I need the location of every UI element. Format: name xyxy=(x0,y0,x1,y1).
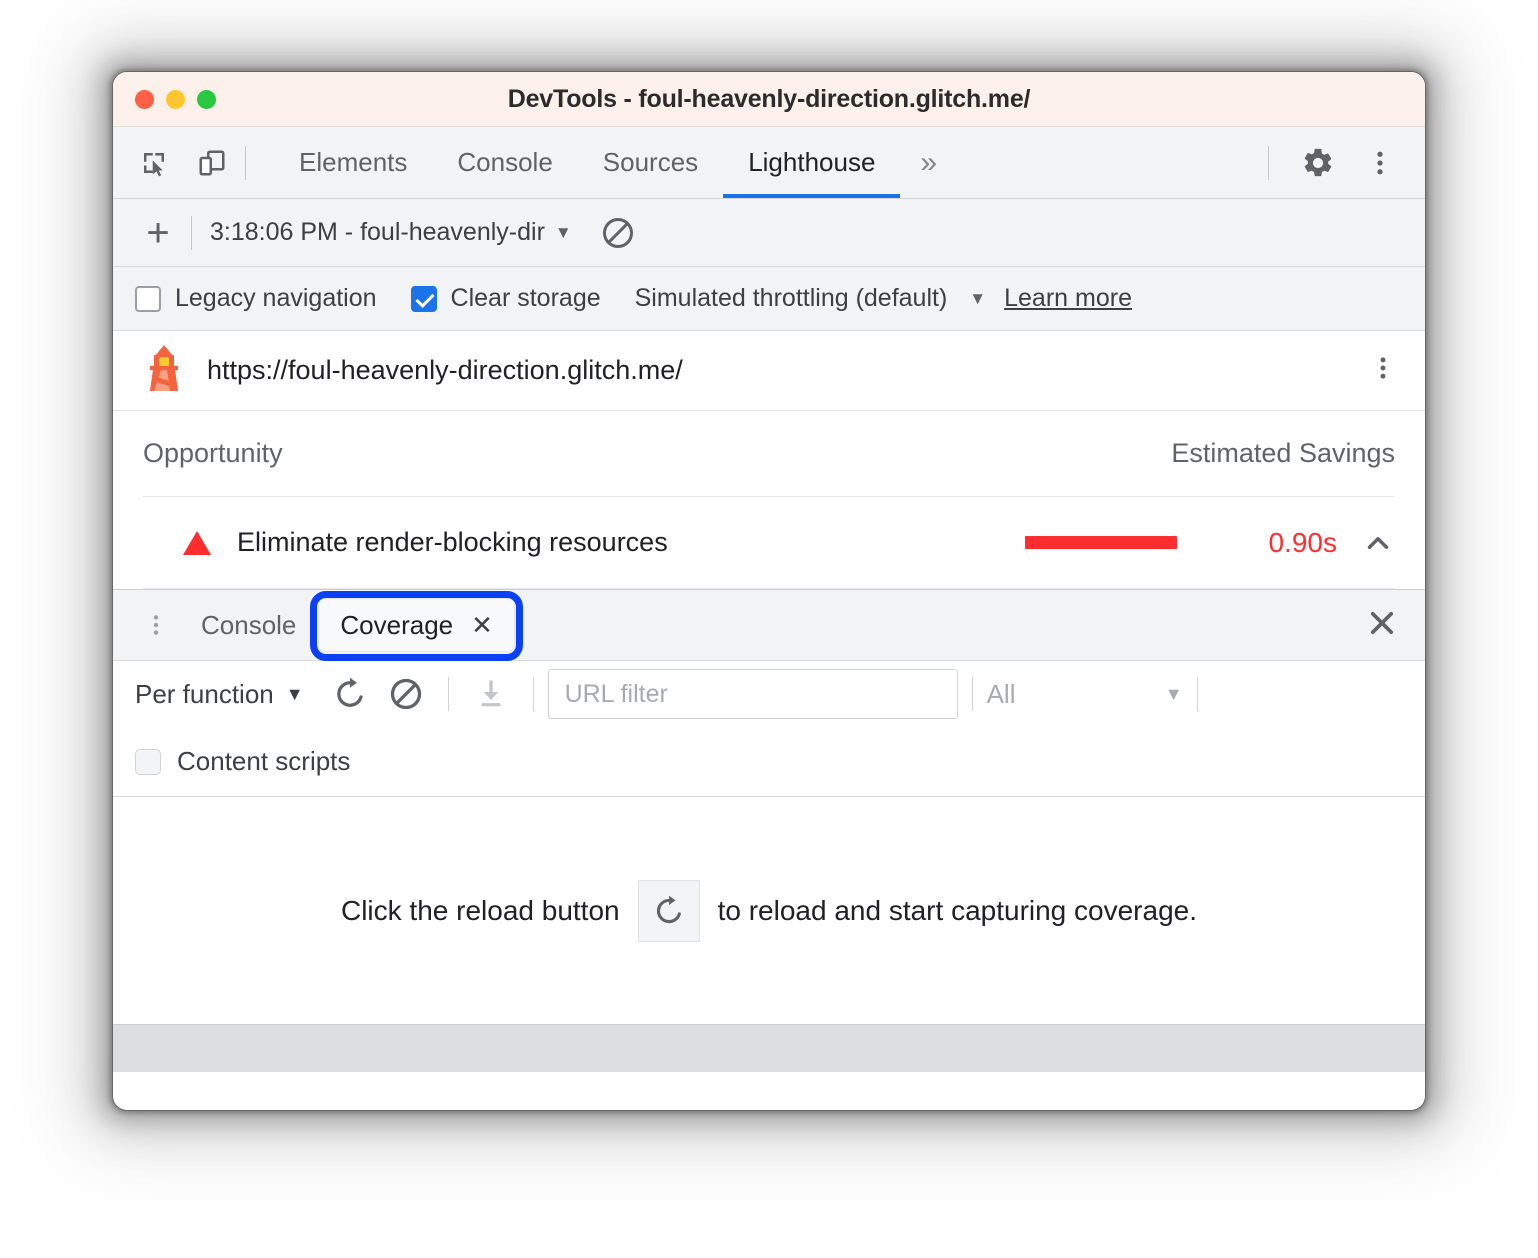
lighthouse-options-bar: Legacy navigation Clear storage Simulate… xyxy=(113,267,1425,331)
window-footer xyxy=(113,1024,1425,1072)
reload-icon[interactable] xyxy=(322,676,378,712)
close-window-button[interactable] xyxy=(135,89,154,109)
more-tabs-glyph: » xyxy=(920,145,938,179)
report-url: https://foul-heavenly-direction.glitch.m… xyxy=(207,355,683,385)
reload-icon[interactable] xyxy=(637,879,700,942)
settings-gear-icon[interactable] xyxy=(1295,140,1341,186)
coverage-type-dropdown[interactable]: All ▼ xyxy=(987,679,1183,710)
opportunity-savings-group: 0.90s xyxy=(1025,526,1395,560)
empty-state-text-after: to reload and start capturing coverage. xyxy=(717,894,1197,926)
content-scripts-label: Content scripts xyxy=(177,746,351,776)
run-selector[interactable]: 3:18:06 PM - foul-heavenly-dir ▼ xyxy=(210,218,572,247)
clear-storage-label: Clear storage xyxy=(450,284,601,312)
url-filter-input[interactable]: URL filter xyxy=(547,669,958,719)
drawer-close-icon[interactable] xyxy=(1365,606,1399,645)
drawer-tab-console[interactable]: Console xyxy=(179,598,318,652)
chevron-down-icon: ▼ xyxy=(285,683,304,704)
panel-tabs: Elements Console Sources Lighthouse » xyxy=(274,127,957,198)
coverage-toolbar-divider-3 xyxy=(971,677,973,711)
savings-bar xyxy=(1025,536,1177,549)
toolbar-divider-right xyxy=(1268,145,1269,180)
lighthouse-run-toolbar: + 3:18:06 PM - foul-heavenly-dir ▼ xyxy=(113,199,1425,267)
more-tabs-icon[interactable]: » xyxy=(900,127,957,198)
window-title: DevTools - foul-heavenly-direction.glitc… xyxy=(507,84,1031,113)
column-estimated-savings: Estimated Savings xyxy=(1171,438,1395,468)
opportunities-table-header: Opportunity Estimated Savings xyxy=(143,411,1395,497)
coverage-options-row: Content scripts xyxy=(113,727,1425,797)
tab-sources-label: Sources xyxy=(602,147,699,177)
main-menu-icon[interactable] xyxy=(1357,140,1403,186)
legacy-navigation-checkbox-box[interactable] xyxy=(135,285,161,312)
lighthouse-icon xyxy=(143,343,185,398)
legacy-navigation-label: Legacy navigation xyxy=(175,284,377,312)
url-filter-placeholder: URL filter xyxy=(564,679,668,708)
empty-state-text-before: Click the reload button xyxy=(340,894,620,926)
window-traffic-lights xyxy=(135,89,216,109)
export-icon[interactable] xyxy=(463,678,519,710)
coverage-mode-dropdown[interactable]: Per function ▼ xyxy=(135,679,304,710)
screenshot-root: DevTools - foul-heavenly-direction.glitc… xyxy=(0,0,1538,1258)
clear-icon[interactable] xyxy=(378,676,434,712)
opportunity-title: Eliminate render-blocking resources xyxy=(237,527,668,557)
coverage-empty-state: Click the reload button to reload and st… xyxy=(113,797,1425,1024)
report-menu-icon[interactable] xyxy=(1369,354,1397,387)
close-coverage-tab-icon[interactable]: ✕ xyxy=(471,610,493,641)
coverage-type-value: All xyxy=(986,678,1016,709)
content-scripts-checkbox[interactable] xyxy=(135,748,161,775)
drawer-tab-coverage[interactable]: Coverage ✕ xyxy=(318,598,515,652)
clear-storage-checkbox-box[interactable] xyxy=(410,285,437,312)
chevron-down-icon: ▼ xyxy=(554,222,572,242)
drawer-tab-coverage-label: Coverage xyxy=(340,609,454,640)
toolbar-left-icons xyxy=(113,127,235,198)
devtools-main-toolbar: Elements Console Sources Lighthouse » xyxy=(113,127,1425,199)
savings-value: 0.90s xyxy=(1268,526,1338,558)
chevron-down-icon: ▼ xyxy=(1164,683,1183,704)
coverage-toolbar: Per function ▼ URL filter All ▼ xyxy=(113,661,1425,727)
drawer-tab-console-label: Console xyxy=(201,609,297,640)
tab-console-label: Console xyxy=(457,147,553,177)
learn-more-link[interactable]: Learn more xyxy=(1004,284,1132,313)
chevron-up-icon[interactable] xyxy=(1361,526,1395,560)
toolbar-divider xyxy=(245,145,246,180)
tab-elements[interactable]: Elements xyxy=(274,127,432,198)
tab-console[interactable]: Console xyxy=(432,127,577,198)
window-titlebar: DevTools - foul-heavenly-direction.glitc… xyxy=(113,72,1425,127)
zoom-window-button[interactable] xyxy=(197,89,216,109)
clear-reports-icon[interactable] xyxy=(600,215,636,251)
coverage-toolbar-divider-1 xyxy=(447,677,449,711)
drawer-tabbar: Console Coverage ✕ xyxy=(113,589,1425,661)
throttling-label: Simulated throttling (default) xyxy=(634,284,948,312)
runbar-divider xyxy=(191,215,192,250)
tab-elements-label: Elements xyxy=(299,147,408,177)
tab-lighthouse-label: Lighthouse xyxy=(748,147,876,177)
column-opportunity: Opportunity xyxy=(143,438,283,468)
clear-storage-checkbox[interactable]: Clear storage xyxy=(410,284,601,313)
run-selector-value: 3:18:06 PM - foul-heavenly-dir xyxy=(210,218,545,246)
tab-sources[interactable]: Sources xyxy=(578,127,723,198)
coverage-toolbar-divider-2 xyxy=(532,677,534,711)
warning-triangle-icon xyxy=(183,530,211,555)
coverage-toolbar-divider-4 xyxy=(1196,677,1198,711)
opportunities-table: Opportunity Estimated Savings Eliminate … xyxy=(113,411,1425,589)
throttling-chevron-down-icon[interactable]: ▼ xyxy=(969,289,986,309)
report-url-row: https://foul-heavenly-direction.glitch.m… xyxy=(113,331,1425,411)
drawer-menu-icon[interactable] xyxy=(133,612,179,638)
devtools-window: DevTools - foul-heavenly-direction.glitc… xyxy=(113,72,1425,1110)
toolbar-right-icons xyxy=(1258,127,1425,198)
table-row[interactable]: Eliminate render-blocking resources 0.90… xyxy=(143,497,1395,589)
tab-lighthouse[interactable]: Lighthouse xyxy=(723,127,901,198)
inspect-element-icon[interactable] xyxy=(131,140,177,186)
coverage-mode-value: Per function xyxy=(135,678,274,709)
legacy-navigation-checkbox[interactable]: Legacy navigation xyxy=(135,284,377,313)
device-toolbar-icon[interactable] xyxy=(189,140,235,186)
minimize-window-button[interactable] xyxy=(166,89,185,109)
new-report-button[interactable]: + xyxy=(135,213,181,253)
